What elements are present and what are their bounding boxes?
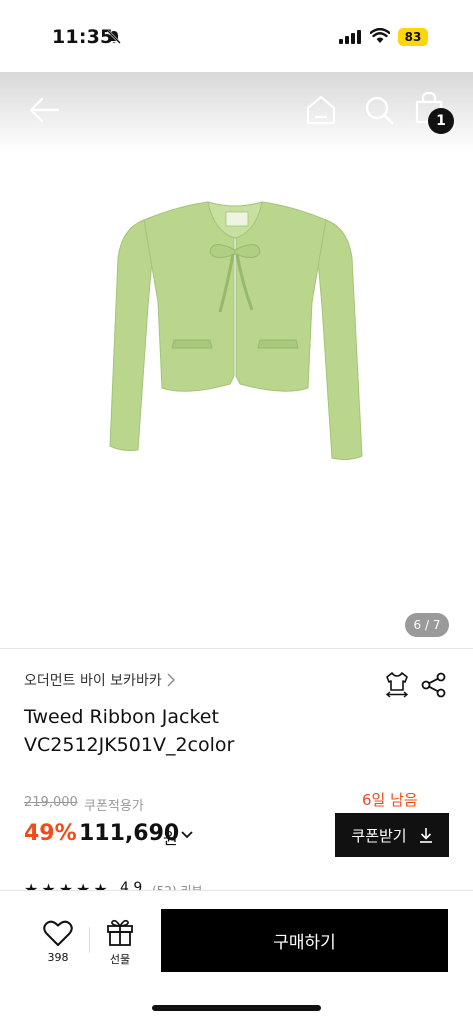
gallery-page-indicator: 6 / 7	[405, 613, 449, 637]
download-icon	[419, 828, 432, 843]
divider	[0, 648, 473, 649]
brand-link[interactable]: 오더먼트 바이 보카바카	[24, 670, 176, 690]
home-indicator[interactable]	[152, 1005, 321, 1011]
get-coupon-label: 쿠폰받기	[351, 826, 407, 845]
bottom-action-bar: 398 선물 구매하기	[0, 890, 473, 1024]
discount-rate: 49%	[24, 821, 77, 846]
product-title-line2: VC2512JK501V_2color	[24, 734, 235, 756]
like-count: 398	[47, 951, 69, 964]
product-title-line1: Tweed Ribbon Jacket	[24, 706, 219, 728]
gift-label: 선물	[109, 953, 131, 966]
top-gradient	[0, 72, 473, 152]
coupon-days-left: 6일 남음	[362, 791, 418, 809]
product-image	[109, 201, 363, 461]
buy-button[interactable]: 구매하기	[161, 909, 448, 972]
buy-label: 구매하기	[273, 933, 336, 953]
currency-unit: 원	[163, 829, 178, 848]
bell-off-icon	[107, 30, 121, 44]
tshirt-fitting-icon[interactable]	[383, 670, 411, 698]
chevron-right-icon	[167, 673, 175, 687]
battery-icon: 83	[398, 28, 428, 46]
heart-icon	[43, 920, 73, 946]
coupon-price-label: 쿠폰적용가	[84, 799, 144, 814]
get-coupon-button[interactable]: 쿠폰받기	[335, 813, 449, 857]
brand-name: 오더먼트 바이 보카바카	[24, 673, 162, 689]
gift-icon	[107, 919, 133, 946]
divider	[89, 927, 90, 953]
original-price: 219,000	[24, 795, 78, 810]
home-icon[interactable]	[303, 92, 339, 128]
signal-icon	[339, 30, 361, 44]
status-time: 11:35	[52, 26, 114, 48]
search-icon[interactable]	[361, 92, 397, 128]
cart-count-badge: 1	[428, 108, 454, 134]
share-icon[interactable]	[421, 672, 447, 698]
product-image-gallery[interactable]: 1 6 / 7	[0, 72, 473, 648]
chevron-down-icon[interactable]	[180, 829, 194, 841]
status-bar: 11:35 83	[0, 0, 473, 72]
like-button[interactable]: 398	[36, 919, 80, 969]
back-arrow-icon[interactable]	[26, 92, 62, 128]
gift-button[interactable]: 선물	[100, 917, 140, 969]
wifi-icon	[370, 28, 390, 43]
